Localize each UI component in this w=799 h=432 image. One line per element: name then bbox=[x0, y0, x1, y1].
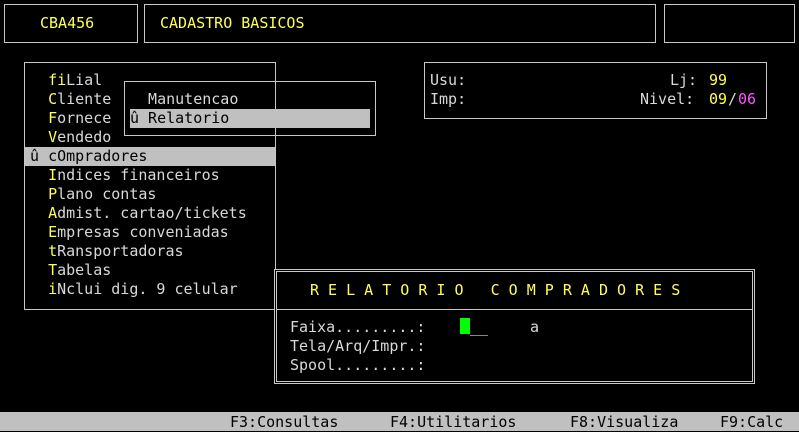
text-cursor bbox=[460, 318, 470, 334]
program-code: CBA456 bbox=[40, 14, 95, 32]
menu-item-hotkey: P bbox=[48, 185, 58, 203]
lj-label: Lj: bbox=[670, 71, 707, 89]
menu-item-marker bbox=[30, 71, 48, 89]
main-menu-item[interactable]: Plano contas bbox=[25, 185, 156, 204]
menu-item-marker bbox=[30, 280, 48, 298]
header-empty-box bbox=[664, 4, 795, 43]
main-menu-item[interactable]: û cOmpradores bbox=[25, 147, 275, 166]
menu-item-hotkey: F bbox=[48, 109, 58, 127]
menu-item-marker bbox=[30, 166, 48, 184]
submenu-item[interactable]: Manutencao bbox=[130, 90, 370, 109]
menu-item-hotkey: A bbox=[48, 204, 58, 222]
menu-item-label: Lial bbox=[66, 71, 103, 89]
menu-item-hotkey: I bbox=[48, 166, 58, 184]
report-title-divider bbox=[277, 309, 752, 310]
main-menu-item[interactable]: Cliente bbox=[25, 90, 111, 109]
faixa-to-label: a bbox=[530, 318, 540, 336]
faixa-input[interactable]: __ bbox=[460, 318, 488, 337]
lj-value: 99 bbox=[709, 71, 728, 89]
function-key-bar: F3:Consultas F4:Utilitarios F8:Visualiza… bbox=[0, 412, 799, 431]
main-menu-item[interactable]: Indices financeiros bbox=[25, 166, 220, 185]
f8-visualiza[interactable]: F8:Visualiza bbox=[570, 412, 678, 432]
menu-item-hotkey: t bbox=[48, 242, 58, 260]
main-menu-item[interactable]: iNclui dig. 9 celular bbox=[25, 280, 238, 299]
nivel-label: Nivel: bbox=[640, 90, 704, 108]
nivel-value: 09 bbox=[709, 90, 728, 108]
f4-utilitarios[interactable]: F4:Utilitarios bbox=[390, 412, 516, 432]
menu-item-marker bbox=[30, 223, 48, 241]
main-menu-item[interactable]: tRansportadoras bbox=[25, 242, 184, 261]
menu-item-hotkey: C bbox=[48, 90, 58, 108]
menu-item-marker: û bbox=[30, 147, 49, 165]
menu-item-hotkey: i bbox=[48, 280, 58, 298]
menu-item-hotkey: fi bbox=[48, 71, 67, 89]
usu-label: Usu: bbox=[430, 71, 467, 89]
imp-label: Imp: bbox=[430, 90, 467, 108]
main-menu-item[interactable]: Vendedo bbox=[25, 128, 111, 147]
screen-title-box: CADASTRO BASICOS bbox=[144, 4, 656, 43]
main-menu-item[interactable]: Admist. cartao/tickets bbox=[25, 204, 247, 223]
f3-consultas[interactable]: F3:Consultas bbox=[230, 412, 338, 432]
menu-item-label: liente bbox=[57, 90, 112, 108]
submenu-item[interactable]: û Relatorio bbox=[130, 109, 370, 128]
menu-item-marker bbox=[30, 261, 48, 279]
menu-item-label: ornece bbox=[57, 109, 112, 127]
menu-item-marker bbox=[30, 109, 48, 127]
nivel-max: 06 bbox=[738, 90, 757, 108]
menu-item-hotkey: T bbox=[48, 261, 58, 279]
menu-item-label: Ompradores bbox=[57, 147, 148, 165]
menu-item-label: ndices financeiros bbox=[57, 166, 220, 184]
menu-item-label: mpresas conveniadas bbox=[57, 223, 229, 241]
menu-item-hotkey: V bbox=[48, 128, 58, 146]
main-menu-item[interactable]: fiLial bbox=[25, 71, 102, 90]
nivel-separator: / bbox=[728, 90, 738, 108]
report-title: R E L A T O R I O C O M P R A D O R E S bbox=[310, 281, 681, 299]
menu-item-label: abelas bbox=[57, 261, 112, 279]
menu-item-label: dmist. cartao/tickets bbox=[57, 204, 247, 222]
menu-item-hotkey: c bbox=[48, 147, 58, 165]
menu-item-label: Ransportadoras bbox=[57, 242, 184, 260]
menu-item-marker bbox=[30, 185, 48, 203]
main-menu-item[interactable]: Fornece bbox=[25, 109, 111, 128]
main-menu-item[interactable]: Tabelas bbox=[25, 261, 111, 280]
menu-item-marker bbox=[30, 90, 48, 108]
faixa-label: Faixa.........: bbox=[290, 318, 426, 336]
screen-title: CADASTRO BASICOS bbox=[160, 14, 305, 32]
program-code-box: CBA456 bbox=[4, 4, 138, 43]
tela-arq-impr-label: Tela/Arq/Impr.: bbox=[290, 337, 426, 355]
menu-item-marker bbox=[30, 242, 48, 260]
faixa-start-value: __ bbox=[470, 318, 489, 336]
menu-item-marker bbox=[30, 128, 48, 146]
menu-item-marker bbox=[30, 204, 48, 222]
main-menu-item[interactable]: Empresas conveniadas bbox=[25, 223, 229, 242]
menu-item-label: endedo bbox=[57, 128, 112, 146]
menu-item-label: Nclui dig. 9 celular bbox=[57, 280, 238, 298]
menu-item-hotkey: E bbox=[48, 223, 58, 241]
spool-label: Spool.........: bbox=[290, 356, 426, 374]
menu-item-label: lano contas bbox=[57, 185, 157, 203]
f9-calc[interactable]: F9:Calc bbox=[720, 412, 783, 432]
